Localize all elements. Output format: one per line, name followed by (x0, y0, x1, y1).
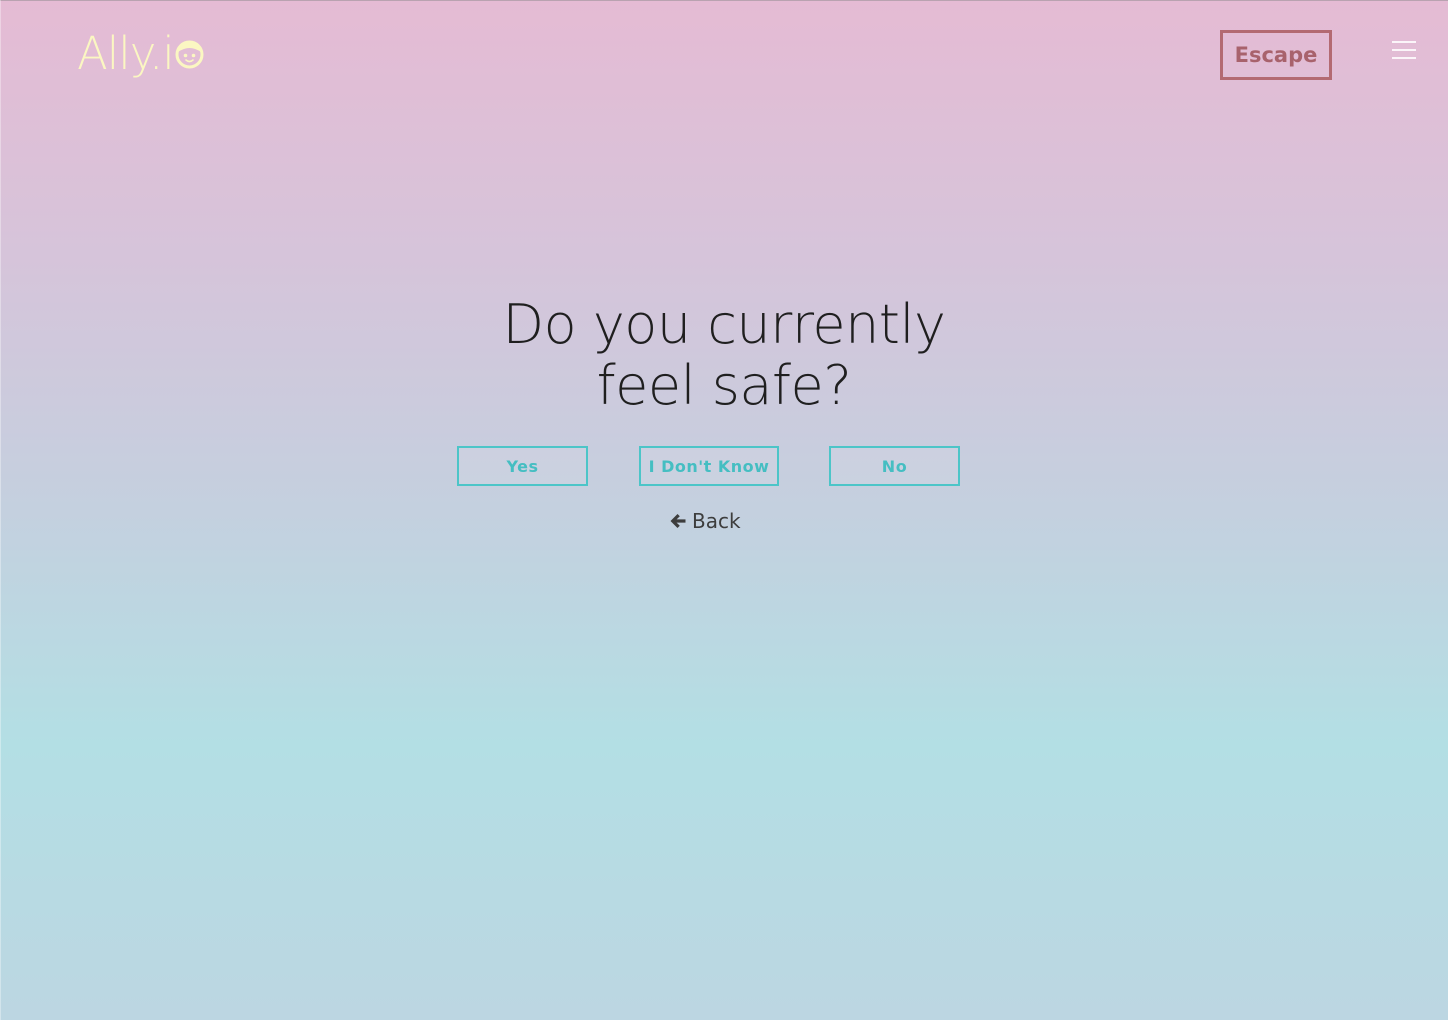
smiley-face-icon (175, 40, 204, 69)
logo-text: Ally.i (77, 27, 175, 80)
left-border (0, 0, 1, 1020)
question-heading: Do you currently feel safe? (424, 294, 1024, 416)
arrow-left-icon (670, 514, 686, 528)
logo[interactable]: Ally.i (77, 28, 204, 84)
dont-know-button[interactable]: I Don't Know (639, 446, 779, 486)
back-link[interactable]: Back (669, 507, 741, 535)
top-border (0, 0, 1448, 1)
question-line-2: feel safe? (596, 354, 852, 417)
no-button[interactable]: No (829, 446, 960, 486)
escape-button[interactable]: Escape (1220, 30, 1332, 80)
yes-button[interactable]: Yes (457, 446, 588, 486)
question-line-1: Do you currently (502, 293, 946, 356)
hamburger-menu-icon[interactable] (1390, 39, 1418, 61)
back-label: Back (692, 509, 741, 533)
